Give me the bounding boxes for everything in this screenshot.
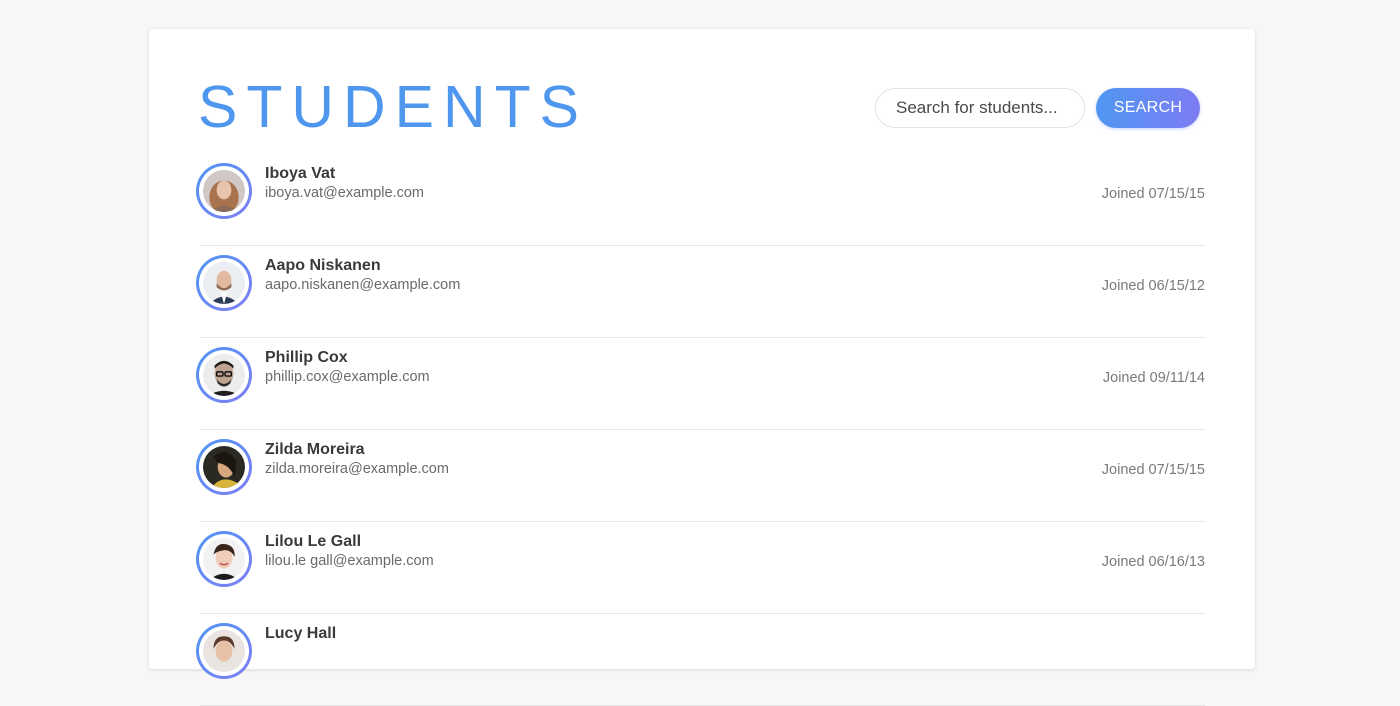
student-name: Lilou Le Gall	[265, 533, 362, 550]
student-list: Iboya Vat iboya.vat@example.com Joined 0…	[196, 154, 1205, 706]
student-email: aapo.niskanen@example.com	[265, 277, 461, 293]
avatar	[196, 531, 252, 587]
student-name: Phillip Cox	[265, 349, 348, 366]
portrait-photo-icon	[203, 262, 245, 304]
student-row[interactable]: Lucy Hall	[196, 614, 1205, 706]
student-row[interactable]: Phillip Cox phillip.cox@example.com Join…	[196, 338, 1205, 430]
portrait-photo-icon	[203, 630, 245, 672]
student-name: Lucy Hall	[265, 625, 337, 642]
joined-date: Joined 09/11/14	[1102, 370, 1205, 386]
search-button[interactable]: SEARCH	[1096, 88, 1200, 128]
student-email: phillip.cox@example.com	[265, 369, 430, 385]
student-name: Iboya Vat	[265, 165, 336, 182]
student-name: Aapo Niskanen	[265, 257, 381, 274]
student-email: lilou.le gall@example.com	[265, 553, 434, 569]
student-row[interactable]: Zilda Moreira zilda.moreira@example.com …	[196, 430, 1205, 522]
student-name: Zilda Moreira	[265, 441, 365, 458]
student-row[interactable]: Aapo Niskanen aapo.niskanen@example.com …	[196, 246, 1205, 338]
search-bar: SEARCH	[875, 88, 1201, 128]
student-email: zilda.moreira@example.com	[265, 461, 449, 477]
joined-date: Joined 07/15/15	[1101, 186, 1205, 202]
avatar	[196, 163, 252, 219]
portrait-photo-icon	[203, 538, 245, 580]
page-title: STUDENTS	[198, 74, 588, 140]
avatar	[196, 439, 252, 495]
portrait-photo-icon	[203, 170, 245, 212]
portrait-photo-icon	[203, 354, 245, 396]
search-input[interactable]	[875, 88, 1085, 128]
avatar	[196, 255, 252, 311]
student-email: iboya.vat@example.com	[265, 185, 424, 201]
student-row[interactable]: Lilou Le Gall lilou.le gall@example.com …	[196, 522, 1205, 614]
student-row[interactable]: Iboya Vat iboya.vat@example.com Joined 0…	[196, 154, 1205, 246]
avatar	[196, 347, 252, 403]
avatar	[196, 623, 252, 679]
joined-date: Joined 06/16/13	[1101, 554, 1205, 570]
joined-date: Joined 07/15/15	[1101, 462, 1205, 478]
portrait-photo-icon	[203, 446, 245, 488]
students-card: STUDENTS SEARCH Iboya Vat iboya.vat@exam…	[149, 29, 1255, 706]
joined-date: Joined 06/15/12	[1101, 278, 1205, 294]
